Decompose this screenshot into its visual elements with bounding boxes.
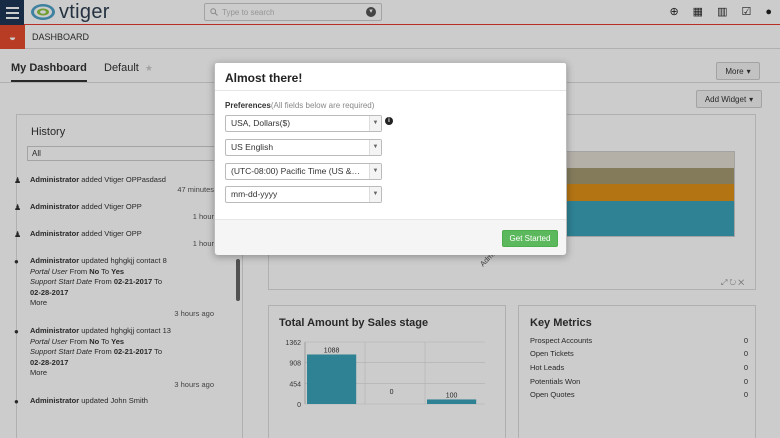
timezone-select[interactable]: (UTC-08:00) Pacific Time (US &… ▼ xyxy=(225,163,382,180)
date-format-select[interactable]: mm-dd-yyyy ▼ xyxy=(225,186,382,203)
timezone-value: (UTC-08:00) Pacific Time (US &… xyxy=(231,166,360,176)
preferences-heading: Preferences xyxy=(225,101,271,110)
preferences-modal: Almost there! Preferences(All fields bel… xyxy=(214,62,567,255)
preferences-note: (All fields below are required) xyxy=(270,101,375,110)
modal-footer: Get Started xyxy=(215,219,566,255)
preferences-label: Preferences(All fields below are require… xyxy=(225,101,374,110)
chevron-down-icon: ▼ xyxy=(369,164,381,179)
date-format-value: mm-dd-yyyy xyxy=(231,189,278,199)
language-select[interactable]: US English ▼ xyxy=(225,139,382,156)
chevron-down-icon: ▼ xyxy=(369,140,381,155)
currency-select[interactable]: USA, Dollars($) ▼ xyxy=(225,115,382,132)
modal-header: Almost there! xyxy=(215,63,566,91)
info-icon[interactable]: i xyxy=(385,117,393,125)
modal-title: Almost there! xyxy=(225,71,303,85)
language-value: US English xyxy=(231,142,274,152)
page: vtiger Type to search ▾ ⊕ ▦ ▥ ☑ ● ◒ DASH… xyxy=(0,0,780,438)
chevron-down-icon: ▼ xyxy=(369,116,381,131)
currency-value: USA, Dollars($) xyxy=(231,118,291,128)
get-started-button[interactable]: Get Started xyxy=(502,230,558,247)
chevron-down-icon: ▼ xyxy=(369,187,381,202)
